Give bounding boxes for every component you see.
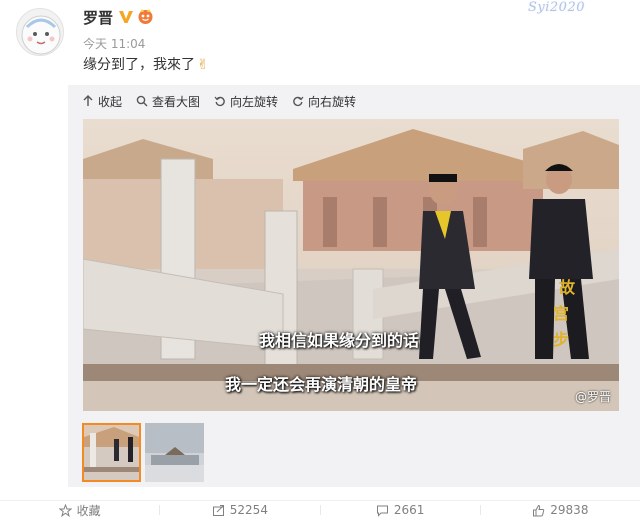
thumbnail-2[interactable] — [145, 423, 204, 482]
comment-button[interactable]: 2661 — [321, 501, 480, 519]
username[interactable]: 罗晋 — [83, 7, 113, 28]
rotate-left-icon — [214, 96, 225, 107]
post-text-content: 缘分到了，我來了 — [83, 57, 195, 73]
post-timestamp[interactable]: 今天 11:04 — [83, 35, 145, 52]
like-count: 29838 — [550, 503, 589, 517]
thumbnail-2-image — [145, 423, 204, 482]
svg-text:故: 故 — [559, 278, 576, 297]
rotate-right-button[interactable]: 向右旋转 — [292, 93, 356, 110]
repost-count: 52254 — [229, 503, 268, 517]
magnifier-icon — [136, 95, 148, 107]
thumbs-up-icon — [533, 504, 545, 516]
avatar-cartoon-icon — [21, 15, 61, 55]
view-large-button[interactable]: 查看大图 — [136, 93, 200, 110]
comment-count: 2661 — [393, 503, 425, 517]
verified-v-icon — [119, 11, 133, 23]
rotate-right-icon — [293, 96, 304, 107]
avatar[interactable] — [16, 8, 64, 56]
thumbnail-1[interactable] — [82, 423, 141, 482]
favorite-label: 收藏 — [76, 503, 101, 518]
view-large-label: 查看大图 — [152, 94, 201, 109]
collapse-arrow-up-icon — [83, 95, 93, 106]
thumbnail-1-image — [84, 425, 139, 480]
corner-watermark: Syi2020 — [528, 0, 585, 15]
victory-hand-emoji: ✌ — [197, 57, 209, 73]
video-subtitle-line-2: 我一定还会再演清朝的皇帝 — [224, 375, 417, 394]
post-text: 缘分到了，我來了 ✌ — [83, 55, 209, 75]
main-image[interactable]: 故 宫 步 我相信如果缘分到的话 我一定还会再演清朝的皇帝 @罗晋 — [83, 119, 619, 411]
svg-text:宫: 宫 — [553, 304, 569, 323]
collapse-button[interactable]: 收起 — [82, 93, 122, 110]
thumbnail-strip — [82, 423, 204, 482]
repost-button[interactable]: 52254 — [160, 501, 319, 519]
action-bar: 收藏 52254 2661 29838 — [0, 500, 640, 519]
forbidden-city-scene: 故 宫 步 — [83, 119, 619, 411]
favorite-button[interactable]: 收藏 — [0, 501, 159, 519]
media-toolbar: 收起 查看大图 向左旋转 向右旋转 — [82, 91, 370, 111]
collapse-label: 收起 — [98, 94, 123, 109]
rotate-left-button[interactable]: 向左旋转 — [214, 93, 278, 110]
image-watermark: @罗晋 — [574, 390, 611, 404]
video-subtitle-line-1: 我相信如果缘分到的话 — [258, 331, 419, 350]
comment-icon — [376, 505, 388, 517]
member-badge-icon[interactable] — [137, 8, 154, 25]
like-button[interactable]: 29838 — [481, 501, 640, 519]
rotate-right-label: 向右旋转 — [308, 94, 357, 109]
weibo-post-card: 罗晋 Syi2020 今天 11:04 缘分到了，我來了 ✌ 收起 查看大图 向… — [0, 0, 640, 519]
star-icon — [58, 503, 72, 517]
repost-icon — [212, 504, 224, 516]
rotate-left-label: 向左旋转 — [230, 94, 279, 109]
